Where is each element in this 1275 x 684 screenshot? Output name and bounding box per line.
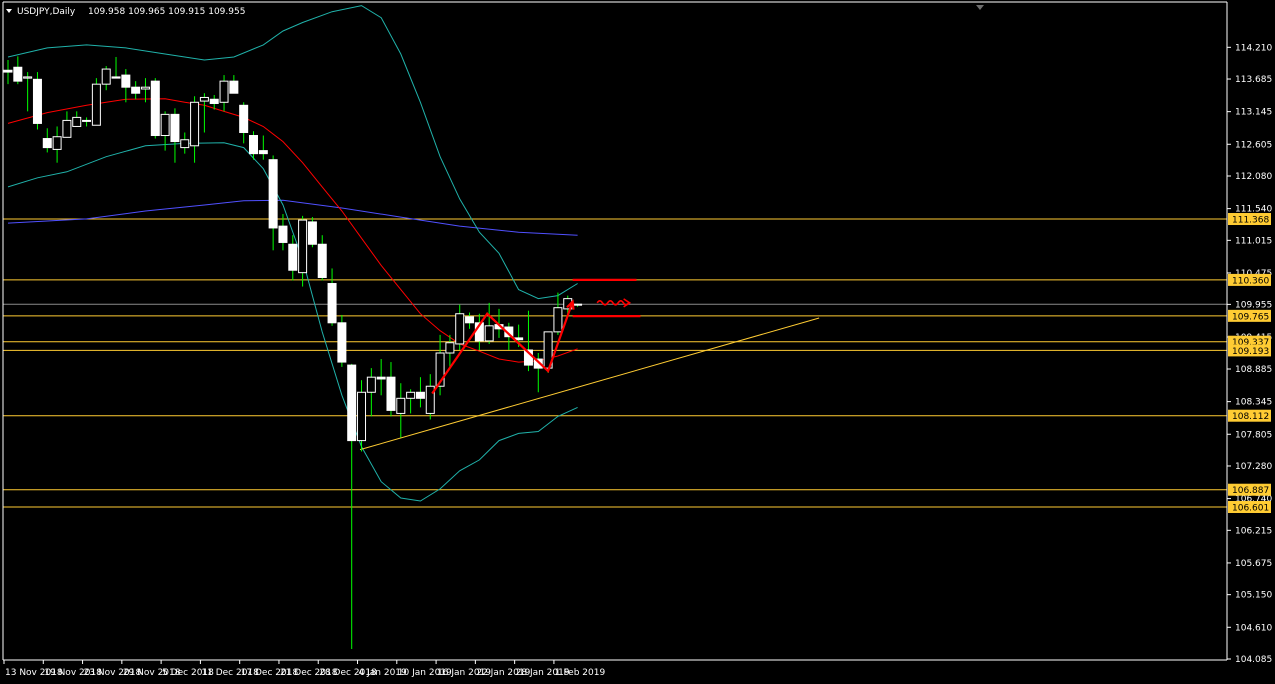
- candle-body-bull: [160, 113, 170, 137]
- lower-band-line: [7, 142, 578, 502]
- candle-body-bear: [111, 76, 121, 79]
- candle-body-bear: [376, 376, 386, 380]
- candle-body-bear: [307, 221, 317, 245]
- y-tick-label: 104.610: [1235, 623, 1272, 633]
- candle-body-bull: [553, 307, 563, 333]
- candle-body-bear: [465, 316, 475, 324]
- candle-body-bear: [121, 74, 131, 88]
- candle-body-bull: [425, 385, 435, 414]
- candle-body-bull: [62, 119, 72, 138]
- level-price-label: 111.368: [1232, 216, 1269, 226]
- y-tick-label: 108.885: [1235, 365, 1272, 375]
- candle-body-bull: [52, 136, 62, 150]
- chart: 114.210113.685113.145112.605112.080111.5…: [2, 1, 1272, 678]
- y-tick-label: 109.955: [1235, 300, 1272, 310]
- scroll-marker-icon[interactable]: [976, 5, 984, 10]
- candle-body-bull: [23, 76, 33, 79]
- candle-body-bear: [327, 283, 337, 324]
- y-tick-label: 107.805: [1235, 430, 1272, 440]
- candle-body-bear: [288, 243, 298, 271]
- y-tick-label: 105.675: [1235, 559, 1272, 569]
- candle-body-bear: [573, 303, 583, 306]
- trend-line: [359, 317, 820, 451]
- ma-red-line: [7, 98, 578, 363]
- ma-blue-line: [7, 199, 578, 236]
- chart-header: USDJPY,Daily 109.958 109.965 109.915 109…: [6, 5, 984, 17]
- y-tick-label: 113.145: [1235, 108, 1272, 118]
- candle-body-bear: [249, 135, 258, 155]
- candle-body-bull: [406, 391, 416, 399]
- candle-body-bull: [140, 86, 150, 90]
- candle-body-bear: [258, 150, 268, 155]
- y-tick-label: 107.280: [1235, 462, 1272, 472]
- candle-body-bear: [170, 113, 180, 143]
- level-price-label: 108.112: [1232, 412, 1269, 422]
- candle-body-bull: [366, 376, 376, 393]
- level-price-label: 109.193: [1232, 347, 1269, 357]
- squiggle-arrow-head: [623, 298, 632, 308]
- support-resistance-levels: [3, 218, 1227, 508]
- candle-body-bull: [484, 325, 494, 342]
- candle-body-bull: [190, 101, 200, 147]
- candle-body-bear: [150, 80, 160, 137]
- candle-body-bull: [396, 397, 406, 414]
- candle-body-bull: [219, 80, 229, 103]
- candle-body-bear: [386, 376, 396, 411]
- candle-body-bull: [72, 116, 82, 127]
- candle-body-bear: [3, 69, 13, 73]
- candle-body-bull: [82, 119, 92, 122]
- candle-body-bull: [199, 96, 209, 102]
- y-tick-label: 106.215: [1235, 526, 1272, 536]
- candle-body-bull: [101, 68, 111, 85]
- candle-body-bear: [278, 225, 288, 243]
- candle-body-bear: [268, 159, 278, 229]
- candles: [3, 56, 583, 650]
- candle-body-bull: [455, 313, 465, 345]
- chart-ohlc: 109.958 109.965 109.915 109.955: [88, 7, 245, 17]
- level-price-label: 110.360: [1232, 276, 1269, 286]
- y-tick-label: 113.685: [1235, 75, 1272, 85]
- candle-body-bear: [337, 322, 347, 363]
- candle-body-bull: [298, 219, 308, 274]
- level-price-label: 109.765: [1232, 312, 1269, 322]
- level-price-label: 106.601: [1232, 503, 1269, 513]
- candle-body-bull: [180, 139, 190, 149]
- candle-body-bull: [357, 391, 367, 442]
- candle-body-bear: [42, 138, 52, 149]
- y-tick-label: 112.080: [1235, 172, 1272, 182]
- candle-body-bear: [32, 78, 42, 124]
- y-tick-label: 105.150: [1235, 591, 1272, 601]
- candle-body-bear: [13, 66, 23, 82]
- menu-triangle-icon[interactable]: [6, 9, 12, 13]
- chart-title: USDJPY,Daily: [17, 7, 76, 17]
- candle-body-bear: [347, 364, 357, 442]
- candle-body-bull: [91, 83, 101, 126]
- candle-body-bear: [239, 104, 249, 133]
- candle-body-bull: [445, 342, 455, 354]
- candle-body-bear: [131, 86, 141, 94]
- candle-body-bear: [317, 243, 327, 278]
- level-price-label: 106.887: [1232, 486, 1269, 496]
- y-tick-label: 111.015: [1235, 236, 1272, 246]
- x-tick-label: 1 Feb 2019: [555, 668, 606, 678]
- candle-body-bear: [415, 391, 425, 399]
- y-tick-label: 104.085: [1235, 655, 1272, 665]
- y-tick-label: 114.210: [1235, 43, 1272, 53]
- y-tick-label: 112.605: [1235, 140, 1272, 150]
- candle-body-bear: [229, 80, 239, 94]
- y-tick-label: 108.345: [1235, 398, 1272, 408]
- candle-body-bear: [209, 98, 219, 104]
